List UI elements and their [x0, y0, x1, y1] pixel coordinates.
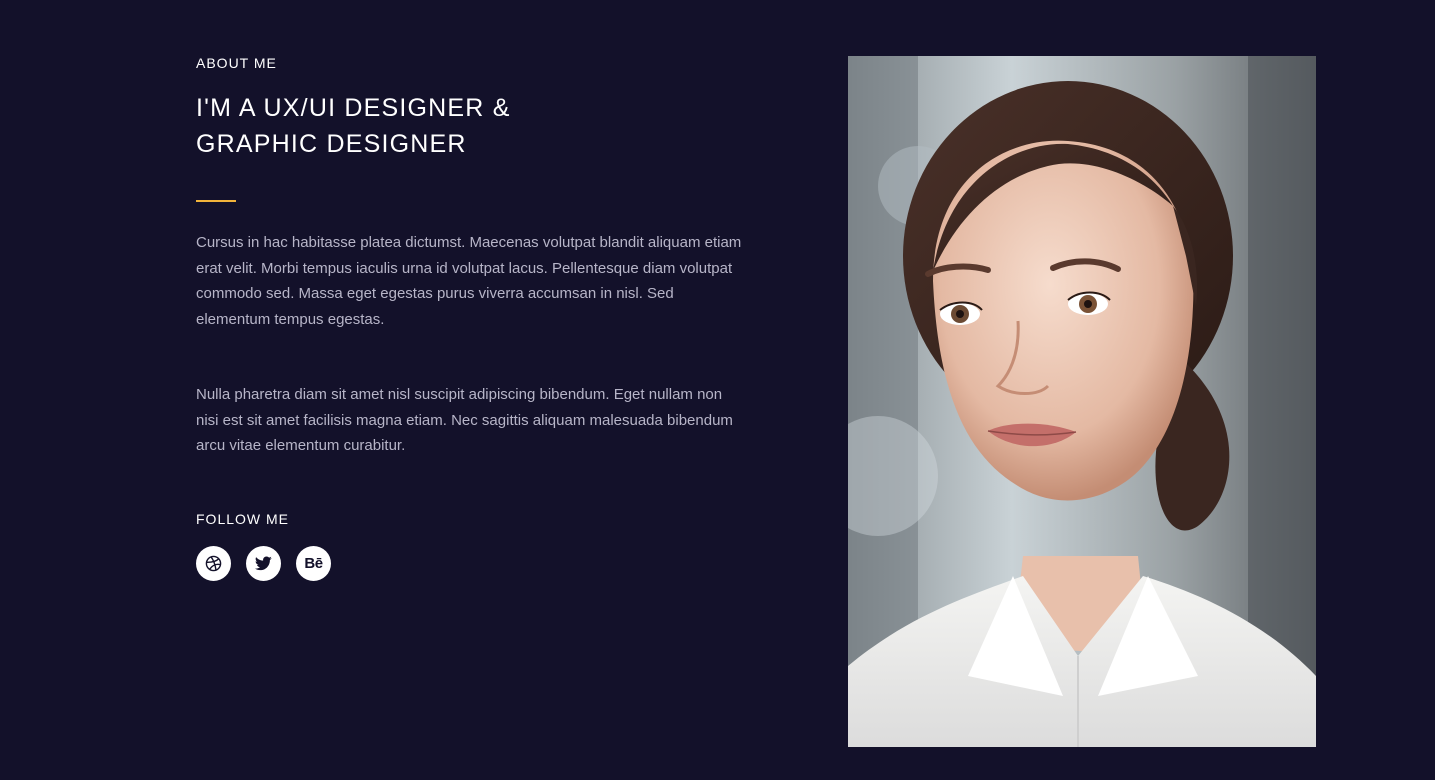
about-section: ABOUT ME I'M A UX/UI DESIGNER & GRAPHIC … [0, 0, 1435, 780]
about-paragraph-2: Nulla pharetra diam sit amet nisl suscip… [196, 385, 733, 455]
about-paragraph-1: Cursus in hac habitasse platea dictumst.… [196, 234, 742, 329]
about-content: ABOUT ME I'M A UX/UI DESIGNER & GRAPHIC … [196, 54, 746, 581]
page-title: I'M A UX/UI DESIGNER & GRAPHIC DESIGNER [196, 94, 511, 158]
portrait-photo [848, 56, 1316, 747]
behance-button[interactable]: Bē [296, 545, 331, 581]
dribbble-button[interactable] [196, 545, 231, 581]
twitter-icon [255, 556, 272, 571]
follow-label: FOLLOW ME [196, 510, 290, 527]
behance-icon: Bē [304, 554, 323, 572]
accent-divider [196, 200, 236, 202]
dribbble-icon [205, 555, 222, 572]
section-eyebrow: ABOUT ME [196, 55, 277, 71]
twitter-button[interactable] [246, 545, 281, 581]
social-links: Bē [196, 545, 746, 581]
